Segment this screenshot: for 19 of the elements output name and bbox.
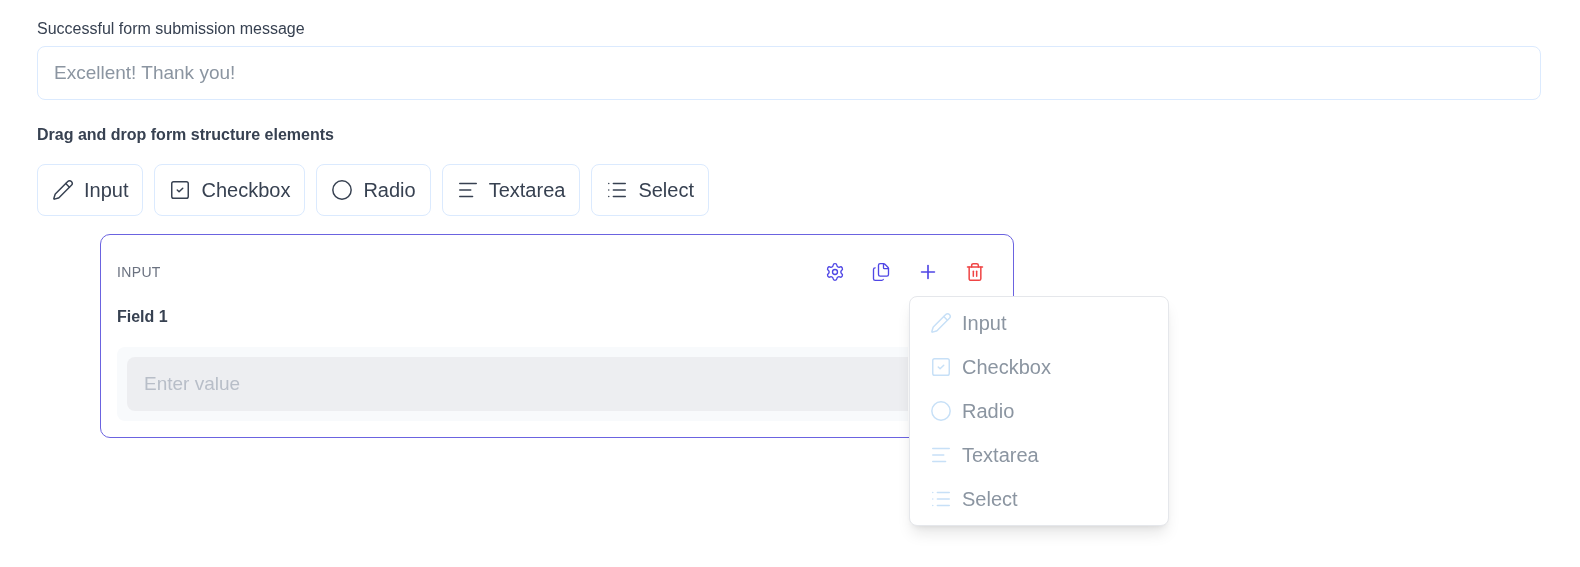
checkbox-icon [930, 356, 952, 378]
checkbox-icon [169, 179, 192, 201]
element-button[interactable]: Checkbox [154, 164, 306, 216]
field-label: Successful form submission message [37, 19, 306, 39]
element-button[interactable]: Select [591, 164, 709, 216]
pencil-icon [52, 179, 74, 201]
settings-icon[interactable] [825, 262, 845, 282]
element-button[interactable]: Radio [316, 164, 431, 216]
delete-icon[interactable] [965, 262, 985, 282]
pencil-icon [930, 312, 952, 334]
circle-icon [331, 179, 354, 201]
field-label: Field 1 [117, 307, 168, 327]
element-button[interactable]: Input [37, 164, 144, 216]
section-heading: Drag and drop form structure elements [37, 125, 335, 145]
copy-icon[interactable] [871, 262, 891, 282]
field-type-label: INPUT [117, 262, 161, 282]
element-button[interactable]: Textarea [441, 164, 581, 216]
message-field[interactable]: Excellent! Thank you! [37, 46, 1541, 100]
circle-icon [930, 400, 952, 422]
